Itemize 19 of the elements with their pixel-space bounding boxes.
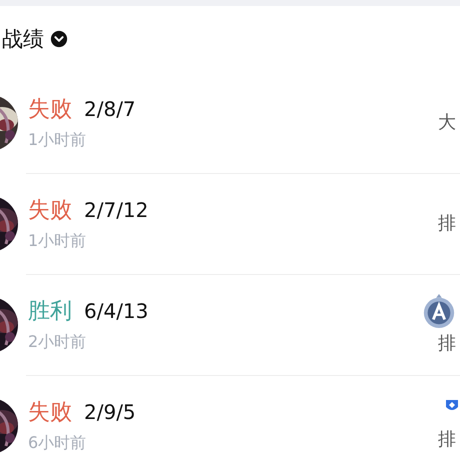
dropdown-icon[interactable] xyxy=(50,30,68,48)
rank-badge-icon xyxy=(422,293,456,329)
game-mode: 大 xyxy=(438,111,456,134)
kda-score: 6/4/13 xyxy=(84,298,148,322)
match-result: 胜利 xyxy=(28,298,72,326)
game-mode: 排 xyxy=(438,332,456,355)
section-title: 战绩 xyxy=(2,26,44,53)
match-result: 失败 xyxy=(28,398,72,426)
match-time: 1小时前 xyxy=(28,230,88,252)
kda-score: 2/7/12 xyxy=(84,198,148,222)
kda-score: 2/8/7 xyxy=(84,96,136,120)
match-result: 失败 xyxy=(28,196,72,224)
game-mode: 排 xyxy=(438,428,456,451)
match-result: 失败 xyxy=(28,96,72,124)
kda-score: 2/9/5 xyxy=(84,400,136,424)
game-mode: 排 xyxy=(438,212,456,235)
match-time: 2小时前 xyxy=(28,332,88,352)
match-time: 1小时前 xyxy=(28,130,88,150)
match-time: 6小时前 xyxy=(28,432,88,454)
